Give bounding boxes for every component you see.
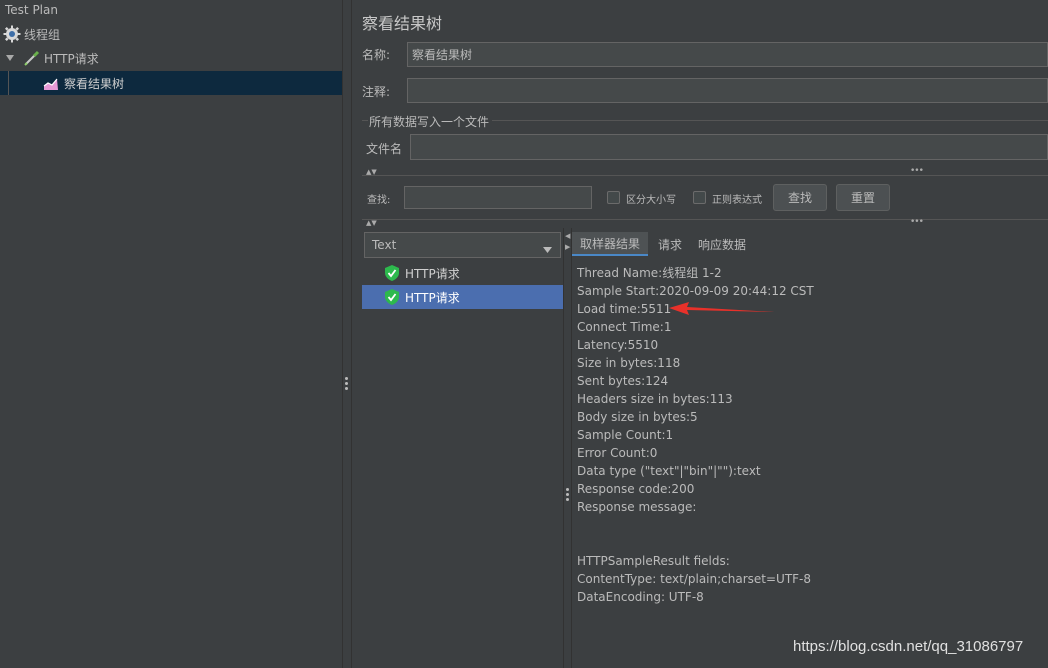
collapse-arrows-icon[interactable]: ▲▼ — [366, 219, 377, 227]
search-input[interactable] — [404, 186, 592, 209]
result-line: Latency:5510 — [577, 338, 659, 352]
result-list-panel: Text HTTP请求 HTTP请求 — [362, 228, 563, 668]
annotation-arrow-icon — [669, 302, 775, 315]
tree-item-label: Test Plan — [5, 3, 58, 17]
success-shield-icon — [385, 265, 399, 281]
filename-input[interactable] — [410, 134, 1048, 160]
splitter-grip — [566, 488, 569, 491]
result-line: Headers size in bytes:113 — [577, 392, 733, 406]
tab-label: 响应数据 — [697, 237, 746, 252]
result-line: Sent bytes:124 — [577, 374, 669, 388]
result-line: DataEncoding: UTF-8 — [577, 590, 704, 604]
reset-button[interactable]: 重置 — [836, 184, 890, 211]
file-label: 文件名 — [366, 142, 403, 156]
result-item-selected[interactable]: HTTP请求 — [362, 285, 563, 309]
result-line: Response message: — [577, 500, 697, 514]
pipette-icon — [23, 49, 41, 67]
name-input-value: 察看结果树 — [412, 48, 473, 62]
group-title: 所有数据写入一个文件 — [369, 115, 490, 129]
result-line: Size in bytes:118 — [577, 356, 681, 370]
result-line: Error Count:0 — [577, 446, 658, 460]
tab-label: 请求 — [657, 237, 682, 252]
tab-label: 取样器结果 — [579, 236, 640, 251]
tab-sampler-result[interactable]: 取样器结果 — [572, 232, 648, 256]
tree-item-label: 察看结果树 — [64, 76, 125, 91]
sampler-result-text[interactable]: Thread Name:线程组 1-2 Sample Start:2020-09… — [572, 258, 1048, 668]
regex-checkbox[interactable] — [693, 191, 706, 204]
result-line: Thread Name:线程组 1-2 — [577, 266, 722, 280]
chevron-down-icon — [543, 242, 552, 256]
watermark: https://blog.csdn.net/qq_31086797 — [793, 638, 1024, 655]
result-line: Connect Time:1 — [577, 320, 672, 334]
result-item[interactable]: HTTP请求 — [362, 261, 563, 285]
result-line: Data type ("text"|"bin"|""):text — [577, 464, 761, 478]
splitter-grip-icon: ••• — [910, 166, 924, 176]
comment-input[interactable] — [407, 78, 1048, 103]
tree-item-thread-group[interactable]: 线程组 — [0, 22, 342, 46]
success-shield-icon — [385, 289, 399, 305]
reset-button-label: 重置 — [850, 191, 875, 205]
main-splitter[interactable] — [342, 0, 352, 668]
tree-item-label: HTTP请求 — [44, 51, 99, 66]
gear-icon — [3, 25, 21, 43]
result-line: Sample Count:1 — [577, 428, 674, 442]
divider — [362, 219, 1048, 220]
result-line: ContentType: text/plain;charset=UTF-8 — [577, 572, 812, 586]
tab-request[interactable]: 请求 — [652, 232, 688, 256]
find-button[interactable]: 查找 — [773, 184, 827, 211]
result-line: Response code:200 — [577, 482, 695, 496]
tree-item-label: 线程组 — [24, 27, 61, 42]
result-item-label: HTTP请求 — [405, 266, 460, 281]
result-item-label: HTTP请求 — [405, 290, 460, 305]
splitter-grip — [345, 382, 348, 385]
case-sensitive-checkbox[interactable] — [607, 191, 620, 204]
result-splitter[interactable]: ◀ ▶ — [563, 228, 572, 668]
name-label: 名称: — [362, 48, 391, 62]
splitter-grip-icon: ••• — [910, 217, 924, 227]
tree-guide-line — [8, 71, 9, 95]
collapse-arrows-icon[interactable]: ▲▼ — [366, 168, 377, 176]
group-border — [492, 120, 1048, 121]
splitter-grip — [566, 493, 569, 496]
collapse-right-icon[interactable]: ▶ — [565, 243, 570, 251]
result-line: HTTPSampleResult fields: — [577, 554, 730, 568]
splitter-grip — [345, 377, 348, 380]
renderer-select-value: Text — [372, 238, 397, 252]
result-line: Body size in bytes:5 — [577, 410, 698, 424]
page-title: 察看结果树 — [362, 14, 443, 33]
graph-icon — [43, 75, 59, 91]
tree-item-test-plan[interactable]: Test Plan — [0, 0, 342, 20]
result-line: Load time:5511 — [577, 302, 672, 316]
tree-item-http-request[interactable]: HTTP请求 — [0, 46, 342, 70]
group-border — [362, 120, 368, 121]
tree-item-view-results-tree[interactable]: 察看结果树 — [0, 71, 342, 95]
splitter-grip — [566, 498, 569, 501]
divider — [362, 175, 1048, 176]
collapse-left-icon[interactable]: ◀ — [565, 232, 570, 240]
result-detail-panel: 取样器结果 请求 响应数据 Thread Name:线程组 1-2 Sample… — [572, 228, 1048, 668]
tab-response-data[interactable]: 响应数据 — [694, 232, 750, 256]
name-input[interactable]: 察看结果树 — [407, 42, 1048, 67]
comment-label: 注释: — [362, 85, 391, 99]
renderer-select[interactable]: Text — [364, 232, 561, 258]
test-plan-tree[interactable]: Test Plan 线程组 HTTP请求 察看结果树 — [0, 0, 342, 668]
splitter-grip — [345, 387, 348, 390]
search-label: 查找: — [367, 195, 391, 206]
regex-label: 正则表达式 — [712, 195, 762, 206]
find-button-label: 查找 — [787, 191, 812, 205]
chevron-down-icon[interactable] — [5, 53, 15, 63]
case-sensitive-label: 区分大小写 — [626, 195, 676, 206]
